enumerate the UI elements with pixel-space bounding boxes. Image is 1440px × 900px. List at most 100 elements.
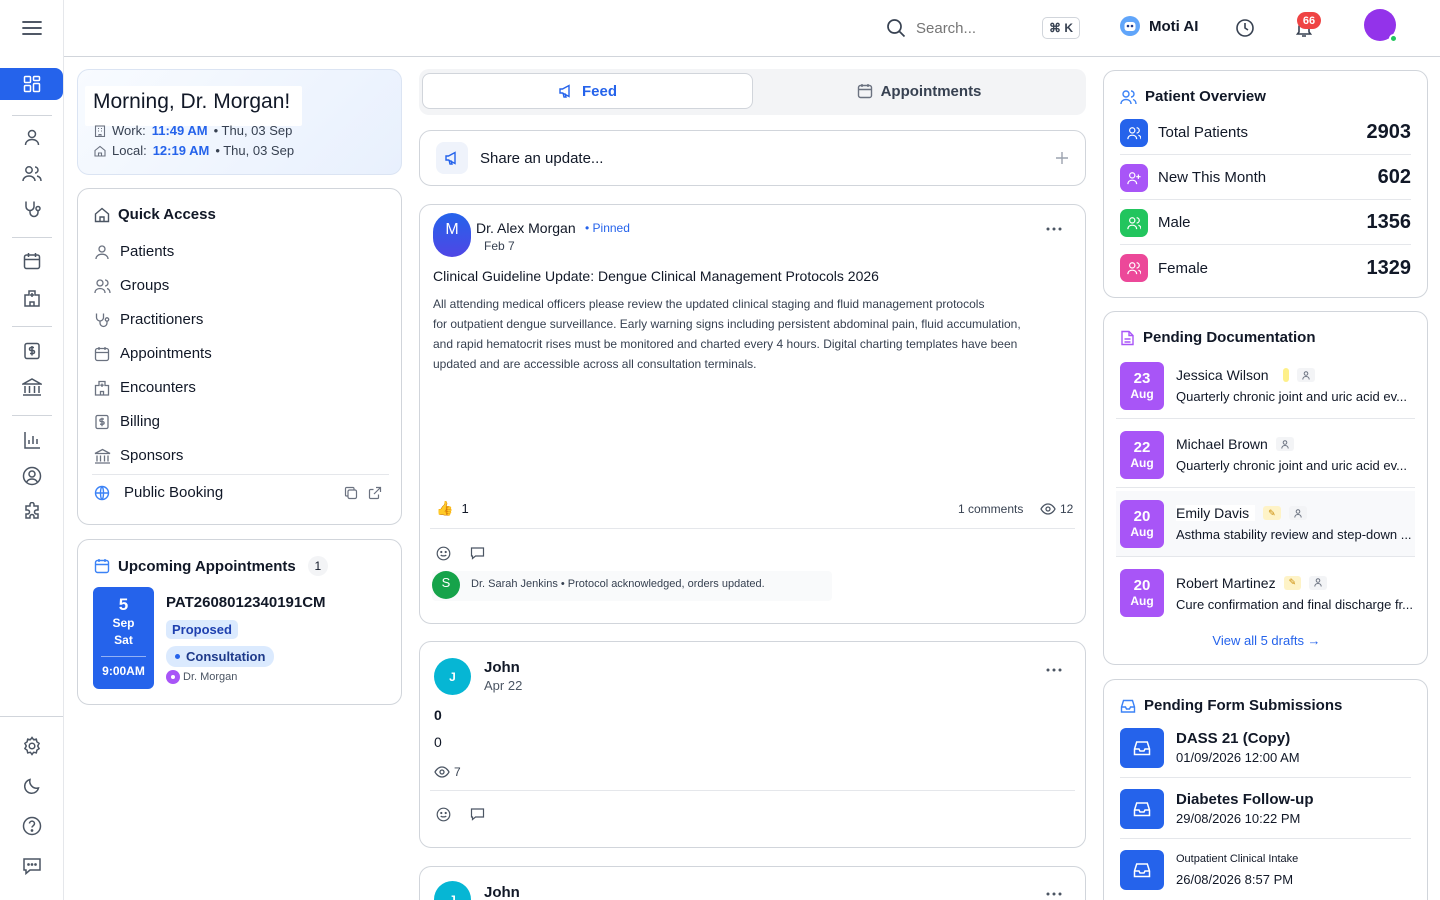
pending-doc-row[interactable]: 23 Aug Jessica Wilson Quarterly chronic joi… — [1116, 353, 1415, 419]
patient-stat-row[interactable]: Female 1329 — [1120, 246, 1411, 290]
plus-icon[interactable] — [1056, 152, 1068, 164]
pending-doc-row[interactable]: 20 Aug Robert Martinez ✎ Cure confirmation a… — [1116, 560, 1415, 626]
sidebar-item-appointments[interactable] — [20, 249, 44, 273]
gear-icon — [23, 736, 41, 756]
building-icon — [94, 124, 106, 137]
sidebar-item-billing[interactable] — [20, 339, 44, 363]
menu-icon[interactable] — [20, 16, 44, 40]
appointment-id[interactable]: PAT2608012340191CM — [166, 594, 326, 611]
pending-doc-row[interactable]: 20 Aug Emily Davis ✎ Asthma stability review… — [1116, 491, 1415, 557]
notification-badge: 66 — [1297, 12, 1321, 29]
quick-access-label: Sponsors — [120, 447, 184, 464]
history-icon[interactable] — [1235, 18, 1255, 38]
moti-ai-button[interactable]: Moti AI — [1119, 15, 1198, 37]
users-icon — [1120, 118, 1148, 147]
sidebar-item-settings[interactable] — [20, 734, 44, 758]
user-plus-icon — [1120, 163, 1148, 192]
eye-icon — [1040, 503, 1056, 515]
comment-count[interactable]: 1 comments — [958, 502, 1023, 516]
patient-stat-value: 1356 — [1366, 211, 1412, 233]
post-author-name[interactable]: John — [484, 884, 520, 900]
practitioner-name: Dr. Morgan — [183, 671, 238, 683]
sidebar-item-chat[interactable] — [20, 854, 44, 878]
pending-doc-row[interactable]: 22 Aug Michael Brown Quarterly chronic join… — [1116, 422, 1415, 488]
quick-access-item[interactable]: Billing — [94, 413, 160, 430]
sidebar-item-dashboard[interactable] — [0, 68, 63, 100]
patient-stat-row[interactable]: Total Patients 2903 — [1120, 111, 1411, 155]
more-options-icon[interactable] — [1046, 892, 1062, 896]
patient-stat-value: 1329 — [1366, 256, 1412, 279]
eye-icon — [434, 766, 450, 778]
more-options-icon[interactable] — [1046, 227, 1062, 231]
quick-access-item[interactable]: Sponsors — [94, 447, 183, 464]
home-icon — [94, 145, 106, 157]
sidebar-rail — [0, 0, 64, 900]
upcoming-appointments-card: Upcoming Appointments 1 5 Sep Sat 9:00AM… — [77, 539, 402, 705]
post-likes[interactable]: 👍 1 — [436, 500, 469, 517]
sidebar-item-patients[interactable] — [20, 125, 44, 149]
billing-icon — [94, 414, 110, 430]
rail-divider — [12, 237, 52, 238]
post-title: Clinical Guideline Update: Dengue Clinic… — [433, 268, 879, 284]
pending-form-row[interactable]: Diabetes Follow-up 29/08/2026 10:22 PM — [1120, 779, 1411, 839]
react-emoji-icon[interactable] — [436, 807, 451, 822]
upcoming-title: Upcoming Appointments — [118, 557, 296, 575]
share-update-placeholder[interactable]: Share an update... — [480, 150, 603, 167]
tab-feed[interactable]: Feed — [422, 73, 753, 109]
doc-day: 22 — [1133, 438, 1151, 456]
quick-access-item[interactable]: Encounters — [94, 379, 196, 396]
quick-access-label: Practitioners — [120, 311, 204, 328]
comment-icon[interactable] — [470, 546, 485, 561]
moti-ai-label: Moti AI — [1149, 17, 1199, 35]
sidebar-item-groups[interactable] — [20, 161, 44, 185]
sidebar-item-help[interactable] — [20, 814, 44, 838]
sidebar-item-theme[interactable] — [20, 774, 44, 798]
appointment-date-block[interactable]: 5 Sep Sat 9:00AM — [93, 587, 154, 689]
view-all-drafts-link[interactable]: View all 5 drafts → — [1104, 633, 1429, 648]
tab-appointments[interactable]: Appointments — [755, 73, 1083, 109]
post-author-avatar[interactable]: J — [434, 881, 471, 900]
rail-bottom-divider — [0, 716, 63, 717]
patient-overview-card: Patient Overview Total Patients 2903 New T… — [1103, 70, 1428, 298]
pending-form-row[interactable]: DASS 21 (Copy) 01/09/2026 12:00 AM — [1120, 718, 1411, 778]
megaphone-icon — [559, 84, 570, 98]
copy-link-icon[interactable] — [344, 486, 358, 500]
pending-form-row[interactable]: Outpatient Clinical Intake 26/08/2026 8:5… — [1120, 840, 1411, 900]
calendar-icon — [857, 84, 872, 99]
doc-date-badge: 23 Aug — [1120, 361, 1164, 410]
post-author-avatar[interactable]: J — [434, 658, 471, 695]
pending-docs-title: Pending Documentation — [1143, 329, 1316, 346]
sidebar-item-sponsors[interactable] — [20, 375, 44, 399]
notification-bell[interactable]: 66 — [1294, 12, 1321, 38]
public-booking-link[interactable]: Public Booking — [94, 484, 223, 501]
sidebar-item-reports[interactable] — [20, 428, 44, 452]
post-date: Apr 22 — [484, 678, 523, 693]
share-update-card[interactable]: Share an update... — [419, 130, 1086, 186]
post-author-name[interactable]: John — [484, 659, 520, 676]
patient-stat-row[interactable]: Male 1356 — [1120, 201, 1411, 245]
sidebar-item-encounters[interactable] — [20, 286, 44, 310]
external-link-icon[interactable] — [368, 486, 382, 500]
stethoscope-icon — [25, 201, 41, 218]
more-options-icon[interactable] — [1046, 668, 1062, 672]
avatar[interactable] — [1364, 9, 1398, 43]
hospital-icon — [24, 290, 40, 307]
patient-stat-row[interactable]: New This Month 602 — [1120, 156, 1411, 200]
sidebar-item-account[interactable] — [20, 464, 44, 488]
sidebar-item-integrations[interactable] — [20, 500, 44, 524]
post-author-avatar[interactable]: M — [433, 213, 471, 257]
sidebar-item-practitioners[interactable] — [20, 197, 44, 221]
search-input[interactable] — [916, 17, 1036, 39]
local-time-row: Local: 12:19 AM • Thu, 03 Sep — [94, 143, 294, 158]
quick-access-item[interactable]: Groups — [94, 277, 169, 294]
quick-access-title: Quick Access — [118, 206, 216, 223]
quick-access-item[interactable]: Practitioners — [94, 311, 203, 328]
comment-icon[interactable] — [470, 807, 485, 822]
post-body-line: All attending medical officers please re… — [433, 297, 985, 311]
react-emoji-icon[interactable] — [436, 546, 451, 561]
post-author-name[interactable]: Dr. Alex Morgan — [476, 220, 576, 236]
quick-access-item[interactable]: Appointments — [94, 345, 212, 362]
view-count: 12 — [1060, 502, 1074, 516]
doc-patient-name: Emily Davis — [1176, 505, 1256, 521]
quick-access-item[interactable]: Patients — [94, 243, 174, 260]
